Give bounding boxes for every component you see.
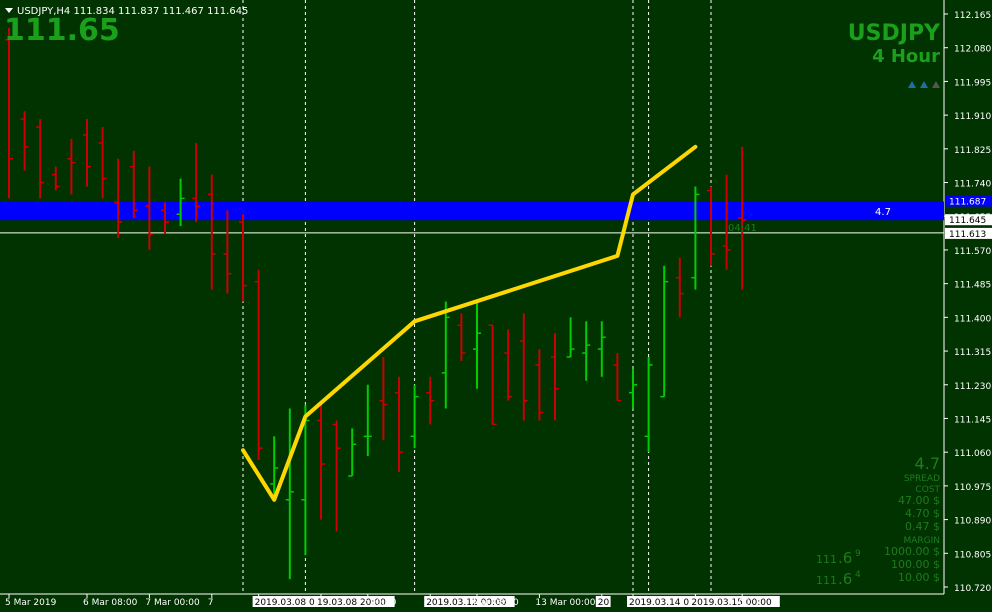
chart-background	[0, 0, 992, 612]
price-tick-label: 111.145	[954, 415, 991, 425]
price-tick-label: 110.805	[954, 550, 991, 560]
crosshair-price-label: 111.613	[949, 230, 986, 240]
time-tick-label: 00	[738, 598, 750, 608]
timeframe-label: 4 Hour	[872, 46, 940, 67]
time-tick-label: 6 Mar 08:00	[83, 598, 138, 608]
bar-countdown-label: 04:41	[728, 223, 757, 234]
spread-band	[0, 201, 944, 221]
price-tick-label: 111.400	[954, 314, 991, 324]
bid-price-fraction: 9	[855, 549, 861, 559]
price-tick-label: 110.975	[954, 483, 991, 493]
time-tick-label: 13 Mar 00:00	[535, 598, 595, 608]
price-tick-label: 111.485	[954, 281, 991, 291]
time-tick-label: 2019.03.15 00:00	[691, 598, 772, 608]
price-tick-label: 111.995	[954, 78, 991, 88]
time-tick-label: 2019.03.14 08	[629, 598, 695, 608]
margin-value: 1000.00 $	[884, 545, 940, 558]
price-tick-label: 111.570	[954, 247, 991, 257]
price-tick-label: 112.165	[954, 11, 991, 21]
price-tick-label: 111.060	[954, 449, 991, 459]
ask-price-main: 111	[816, 574, 837, 587]
symbol-name-label: USDJPY	[848, 21, 941, 46]
spread-price-label: 111.687	[949, 198, 986, 208]
price-chart[interactable]: 112.165 112.080 111.995 111.910 111.825 111.7…	[0, 0, 992, 612]
bid-price-pips: .6	[838, 549, 852, 567]
cost-value: 4.70 $	[905, 507, 940, 520]
price-tick-label: 110.720	[954, 584, 991, 594]
price-tick-label: 111.230	[954, 382, 991, 392]
price-tick-label: 112.080	[954, 45, 991, 55]
current-price-label: 111.645	[949, 216, 986, 226]
ask-price-pips: .6	[838, 570, 852, 588]
time-tick-label: 7 Mar 00:00	[145, 598, 200, 608]
price-tick-label: 110.890	[954, 517, 991, 527]
margin-value: 10.00 $	[898, 571, 940, 584]
time-tick-label: 5 Mar 2019	[5, 598, 57, 608]
price-tick-label: 111.740	[954, 180, 991, 190]
margin-value: 100.00 $	[891, 558, 940, 571]
spread-value: 4.7	[915, 454, 940, 473]
spread-band-label: 4.7	[875, 207, 891, 218]
trading-chart-window[interactable]: 112.165 112.080 111.995 111.910 111.825 111.7…	[0, 0, 992, 612]
spread-caption: SPREAD	[904, 474, 940, 484]
time-tick-label: r 00:00	[364, 598, 397, 608]
cost-value: 47.00 $	[898, 494, 940, 507]
time-tick-label: 7	[208, 598, 214, 608]
price-tick-label: 111.910	[954, 112, 991, 122]
time-tick-label: Mar 08:00	[473, 598, 519, 608]
cost-value: 0.47 $	[905, 520, 940, 533]
price-tick-label: 111.825	[954, 146, 991, 156]
ask-price-fraction: 4	[855, 570, 861, 580]
bid-price-main: 111	[816, 553, 837, 566]
big-price-display: 111.65	[4, 13, 120, 48]
price-tick-label: 111.315	[954, 348, 991, 358]
time-tick-label: 20	[598, 598, 610, 608]
